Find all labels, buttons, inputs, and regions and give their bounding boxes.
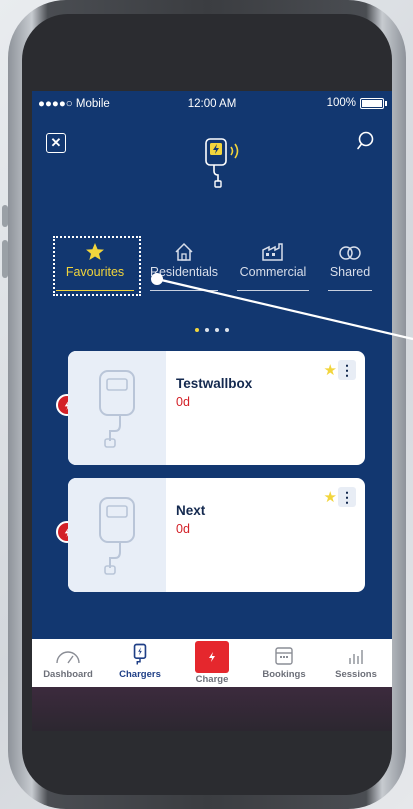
gauge-icon [56, 651, 80, 664]
battery-icon [360, 97, 387, 109]
search-button[interactable] [356, 130, 378, 152]
more-options-button[interactable]: ⋮ [338, 487, 356, 507]
tab-underline [237, 290, 309, 291]
charger-status-text: 0d [176, 522, 190, 536]
link-icon [339, 246, 361, 260]
factory-icon [262, 243, 283, 261]
nav-label: Dashboard [43, 669, 93, 680]
bar-chart-icon [349, 650, 363, 664]
page-dot[interactable] [195, 328, 199, 332]
phone-mute-switch [2, 205, 8, 227]
tab-label: Shared [329, 265, 371, 279]
wallbox-device-icon [99, 370, 135, 448]
more-options-button[interactable]: ⋮ [338, 360, 356, 380]
nav-label: Sessions [335, 669, 377, 680]
phone-volume-up [2, 240, 8, 278]
nav-label: Bookings [262, 669, 306, 680]
favourite-star-icon[interactable]: ★ [324, 488, 337, 506]
background-strip [32, 687, 392, 731]
battery-percent: 100% [326, 97, 356, 109]
tutorial-highlight-box [53, 236, 141, 296]
tab-label: Commercial [239, 265, 307, 279]
house-icon [175, 242, 193, 261]
wallbox-logo-icon [205, 138, 239, 188]
app-screen: ●●●●○ Mobile 12:00 AM 100% ✕ Favourites [32, 91, 392, 731]
page-indicator [32, 319, 392, 337]
charger-icon [133, 643, 147, 665]
charger-image [68, 478, 166, 592]
tab-underline [328, 290, 372, 291]
charger-status-text: 0d [176, 395, 190, 409]
tab-label: Residentials [149, 265, 219, 279]
nav-sessions[interactable]: Sessions [320, 639, 392, 687]
page-dot[interactable] [225, 328, 229, 332]
close-button[interactable]: ✕ [46, 133, 66, 153]
bottom-navigation: Dashboard Chargers Charge Bookings Sessi… [32, 639, 392, 687]
nav-chargers[interactable]: Chargers [104, 639, 176, 687]
charger-card[interactable]: Next 0d ★ ⋮ [68, 478, 365, 592]
tab-residentials[interactable]: Residentials [144, 241, 224, 297]
nav-label: Chargers [119, 669, 161, 680]
charger-name: Next [176, 503, 206, 518]
tab-commercial[interactable]: Commercial [231, 241, 315, 297]
favourite-star-icon[interactable]: ★ [324, 361, 337, 379]
close-icon: ✕ [50, 135, 62, 150]
charger-image [68, 351, 166, 465]
nav-label: Charge [195, 674, 229, 685]
nav-dashboard[interactable]: Dashboard [32, 639, 104, 687]
nav-charge[interactable]: Charge [176, 639, 248, 687]
battery-indicator: 100% [326, 97, 387, 109]
charger-name: Testwallbox [176, 376, 253, 391]
page-dot[interactable] [215, 328, 219, 332]
page-dot[interactable] [205, 328, 209, 332]
tab-underline [150, 290, 218, 291]
bolt-icon [209, 652, 215, 662]
wallbox-device-icon [99, 497, 135, 575]
nav-bookings[interactable]: Bookings [248, 639, 320, 687]
charge-button-box [195, 641, 229, 673]
charger-card[interactable]: Testwallbox 0d ★ ⋮ [68, 351, 365, 465]
tab-shared[interactable]: Shared [322, 241, 378, 297]
calendar-icon [275, 647, 293, 665]
status-bar: ●●●●○ Mobile 12:00 AM 100% [32, 91, 392, 117]
